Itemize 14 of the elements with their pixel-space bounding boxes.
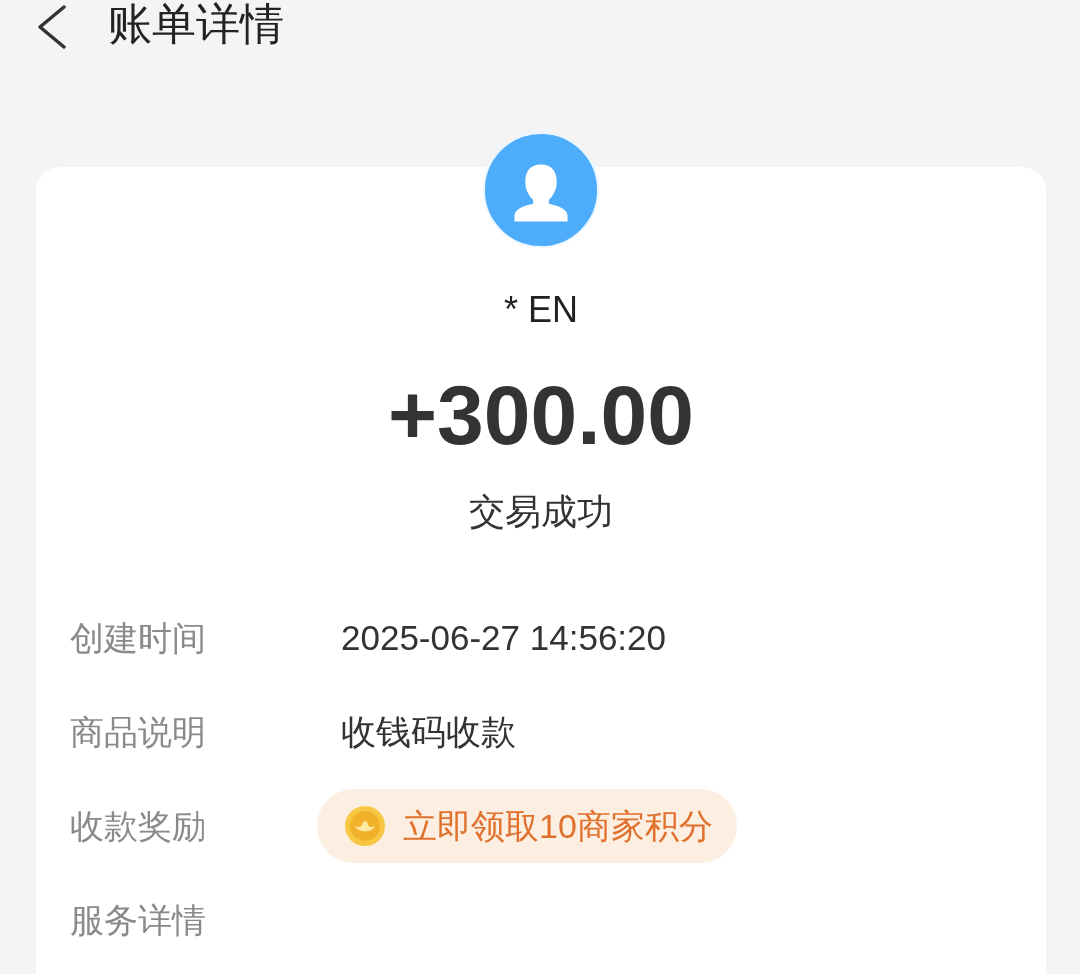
detail-label: 创建时间 — [70, 618, 207, 659]
status-text: 交易成功 — [469, 490, 613, 534]
page-title: 账单详情 — [108, 0, 284, 49]
detail-value: 收钱码收款 — [341, 711, 516, 753]
amount-text: +300.00 — [388, 367, 694, 464]
detail-value: 2025-06-27 14:56:20 — [341, 617, 666, 659]
back-button[interactable] — [36, 5, 68, 49]
detail-label: 服务详情 — [70, 900, 207, 941]
detail-label: 商品说明 — [70, 712, 207, 753]
coin-icon — [345, 806, 385, 846]
back-chevron-icon — [36, 5, 68, 49]
reward-button[interactable]: 立即领取10商家积分 — [317, 789, 737, 863]
detail-label: 收款奖励 — [70, 806, 207, 847]
payer-name: * EN — [504, 288, 578, 332]
